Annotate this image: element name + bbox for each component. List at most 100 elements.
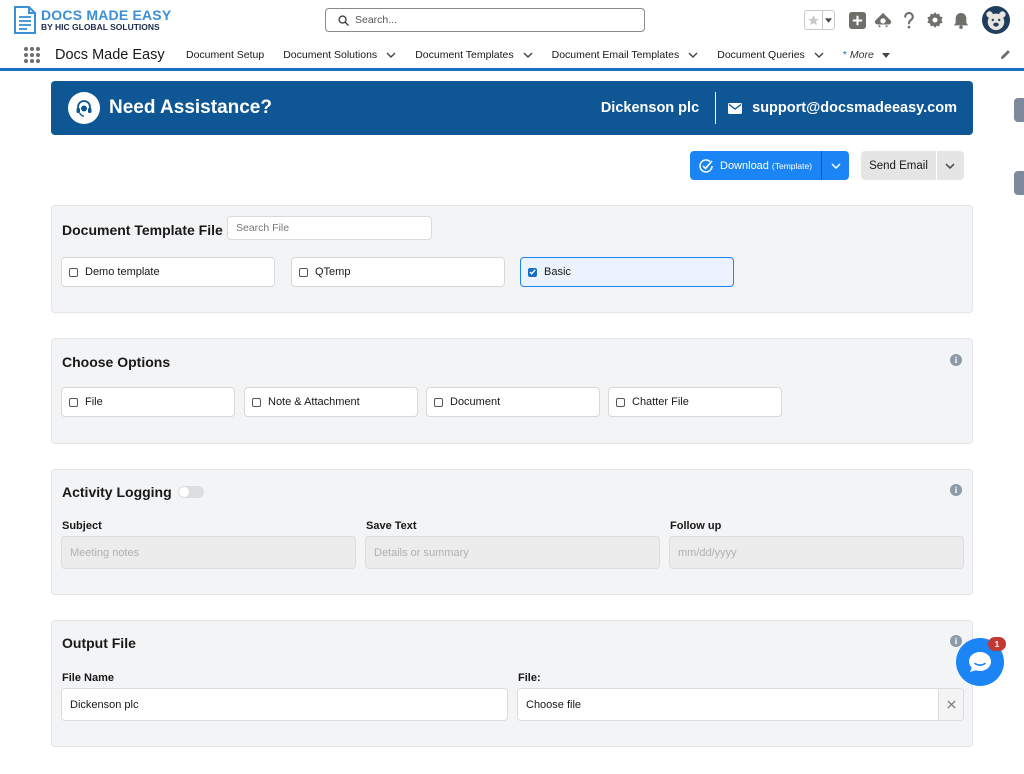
global-search-input[interactable] [355,14,625,26]
trailhead-button[interactable] [870,7,896,33]
file-search-box[interactable] [227,216,432,240]
save-text-placeholder: Details or summary [374,546,469,559]
mail-icon [728,102,743,114]
activity-logging-card: Activity Logging i Subject Meeting notes… [51,469,973,595]
file-name-input[interactable]: Dickenson plc [61,688,508,721]
nav-item-document-templates[interactable]: Document Templates [415,49,533,61]
nav-item-document-email-templates[interactable]: Document Email Templates [552,49,699,61]
template-option-label: Basic [544,266,571,278]
check-icon [529,269,536,275]
help-button[interactable] [896,7,922,33]
favorites-group [804,10,835,30]
chevron-down-icon [831,162,841,169]
checkbox[interactable] [69,397,78,407]
template-option-label: QTemp [315,266,351,278]
chat-unread-badge: 1 [988,637,1006,651]
global-search[interactable] [325,8,645,32]
app-logo[interactable]: DOCS MADE EASY BY HIC GLOBAL SOLUTIONS [12,5,171,35]
option-note-attachment[interactable]: Note & Attachment [244,387,418,417]
nav-more-menu[interactable]: * More [843,49,890,61]
nav-item-label: Document Queries [717,49,805,61]
caret-down-icon [881,52,890,58]
close-icon [946,700,956,709]
edit-nav-button[interactable] [1000,49,1011,60]
option-label: Chatter File [632,396,689,408]
checkbox[interactable] [616,397,625,407]
chevron-down-icon[interactable] [688,52,698,58]
favorites-star-button[interactable] [805,11,823,29]
download-button[interactable]: Download (Template) [690,151,822,180]
chevron-down-icon[interactable] [814,52,824,58]
support-email-link[interactable]: support@docsmadeeasy.com [752,100,957,116]
template-file-title: Document Template File [62,222,223,238]
template-file-card: Document Template File Demo template QTe… [51,205,973,313]
file-search-input[interactable] [236,222,426,234]
trailhead-icon [874,12,892,28]
banner-title: Need Assistance? [109,97,272,118]
nav-item-label: Document Setup [186,49,265,61]
check-circle-icon [699,158,713,173]
file-picker[interactable]: Choose file [517,688,964,721]
chevron-down-icon [945,162,955,169]
setup-button[interactable] [922,7,948,33]
checkbox[interactable] [69,267,78,277]
info-icon[interactable]: i [950,635,962,647]
send-email-options-button[interactable] [935,151,964,180]
chevron-down-icon [825,17,832,23]
nav-item-document-queries[interactable]: Document Queries [717,49,824,61]
choose-options-card: Choose Options i File Note & Attachment … [51,338,973,444]
add-icon [848,11,866,29]
send-email-button[interactable]: Send Email [861,151,936,180]
info-icon[interactable]: i [950,354,962,366]
template-option-basic[interactable]: Basic [520,257,734,287]
follow-up-date-field[interactable]: mm/dd/yyyy [669,536,964,569]
main-content: Need Assistance? Dickenson plc support@d… [0,74,1024,774]
option-label: Document [450,396,501,408]
info-icon[interactable]: i [950,484,962,496]
follow-up-label: Follow up [670,520,722,532]
side-panel-tab[interactable] [1014,171,1024,195]
favorites-menu-button[interactable] [823,11,834,29]
bell-icon [953,12,969,29]
option-label: File [85,396,103,408]
chevron-down-icon[interactable] [386,52,396,58]
support-headset-icon [68,92,100,124]
follow-up-placeholder: mm/dd/yyyy [678,546,737,559]
option-label: Note & Attachment [268,396,360,408]
checkbox[interactable] [434,397,443,407]
download-sublabel: (Template) [771,160,813,171]
chevron-down-icon[interactable] [523,52,533,58]
option-file[interactable]: File [61,387,235,417]
bear-avatar-icon [986,11,1006,31]
nav-item-label: Document Email Templates [551,49,680,61]
template-option-demo[interactable]: Demo template [61,257,275,287]
template-option-qtemp[interactable]: QTemp [291,257,505,287]
activity-logging-toggle[interactable] [178,486,204,498]
choose-file-button[interactable]: Choose file [526,699,581,711]
checkbox[interactable] [252,397,261,407]
nav-item-document-solutions[interactable]: Document Solutions [283,49,396,61]
app-launcher-icon [24,47,40,63]
app-launcher-button[interactable] [23,46,41,64]
global-actions-button[interactable] [844,7,870,33]
download-options-button[interactable] [821,151,850,180]
avatar[interactable] [982,6,1010,34]
banner-divider [715,92,717,124]
subject-field[interactable]: Meeting notes [61,536,356,569]
send-email-label: Send Email [869,159,928,172]
nav-item-document-setup[interactable]: Document Setup [186,49,264,61]
side-panel-tab[interactable] [1014,98,1024,122]
notifications-button[interactable] [948,7,974,33]
logo-subtitle: BY HIC GLOBAL SOLUTIONS [41,22,160,33]
file-name-label: File Name [62,672,114,684]
option-document[interactable]: Document [426,387,600,417]
clear-file-button[interactable] [938,689,963,720]
option-chatter-file[interactable]: Chatter File [608,387,782,417]
activity-logging-title: Activity Logging [62,484,172,500]
checkbox-checked[interactable] [528,267,537,277]
help-icon [904,11,914,28]
save-text-field[interactable]: Details or summary [365,536,660,569]
checkbox[interactable] [299,267,308,277]
search-icon [338,14,349,26]
nav-more-label: More [849,49,874,61]
